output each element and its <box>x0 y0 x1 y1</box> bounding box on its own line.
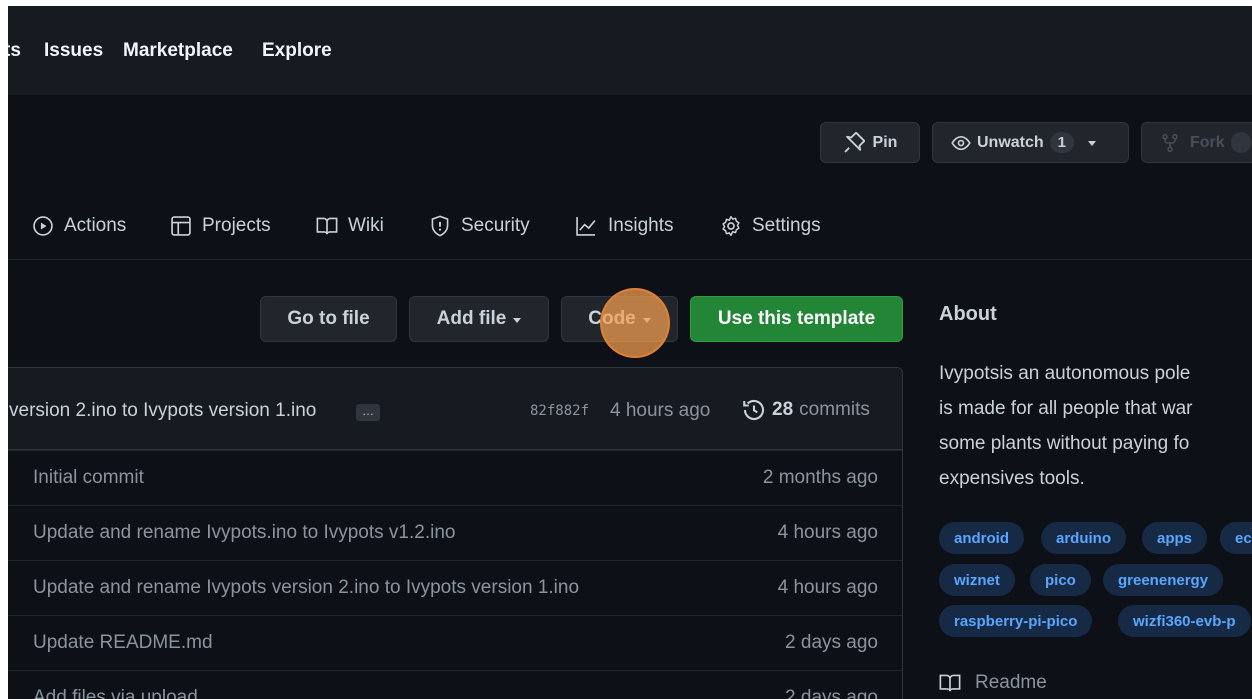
tab-actions-label: Actions <box>64 215 127 236</box>
topic-tag-wiznet[interactable]: wiznet <box>939 564 1015 596</box>
history-icon <box>743 399 764 420</box>
unwatch-label: Unwatch <box>977 133 1044 151</box>
tab-insights-label: Insights <box>608 215 674 236</box>
commits-label: commits <box>799 399 870 420</box>
topic-tag-pico[interactable]: pico <box>1030 564 1091 596</box>
topic-tag-wizfi360-evb-pico[interactable]: wizfi360-evb-p <box>1118 605 1251 637</box>
topic-tag-ec[interactable]: ec <box>1220 522 1252 554</box>
row-commit-message[interactable]: Add files via upload <box>33 687 198 699</box>
play-circle-icon <box>33 216 53 236</box>
tab-settings[interactable]: Settings <box>720 212 821 240</box>
github-repo-page: ts Issues Marketplace Explore Pin Unwatc… <box>8 6 1252 699</box>
nav-explore-link[interactable]: Explore <box>262 40 332 62</box>
pin-icon <box>843 131 865 153</box>
file-list-box: version 2.ino to Ivypots version 1.ino …… <box>8 367 903 699</box>
row-age: 4 hours ago <box>777 577 878 598</box>
fork-icon <box>1162 133 1178 152</box>
commit-ellipsis-button[interactable]: … <box>356 404 380 421</box>
tab-security-label: Security <box>461 215 530 236</box>
add-file-button[interactable]: Add file <box>409 296 549 342</box>
tab-wiki[interactable]: Wiki <box>316 212 384 240</box>
table-row[interactable]: Add files via upload 2 days ago <box>8 670 902 699</box>
book-icon <box>939 674 961 692</box>
go-to-file-button[interactable]: Go to file <box>260 296 397 342</box>
about-description-line: expensives tools. <box>939 468 1085 489</box>
row-commit-message[interactable]: Update and rename Ivypots.ino to Ivypots… <box>33 522 455 544</box>
commit-sha[interactable]: 82f882f <box>530 403 589 419</box>
topic-tag-greenenergy[interactable]: greenenergy <box>1103 564 1224 596</box>
use-template-button[interactable]: Use this template <box>690 296 903 342</box>
tab-actions[interactable]: Actions <box>32 212 126 240</box>
graph-icon <box>576 217 596 236</box>
table-row[interactable]: Initial commit 2 months ago <box>8 450 902 505</box>
table-row[interactable]: Update README.md 2 days ago <box>8 615 902 670</box>
about-description-line: is made for all people that war <box>939 398 1193 419</box>
add-file-label: Add file <box>436 308 507 329</box>
row-commit-message[interactable]: Initial commit <box>33 467 144 489</box>
row-age: 2 months ago <box>762 467 878 488</box>
about-heading: About <box>939 303 997 325</box>
tab-projects-label: Projects <box>202 215 271 236</box>
nav-pull-requests-link[interactable]: ts <box>8 40 21 62</box>
commit-count: 28 <box>772 399 794 420</box>
about-description-line: some plants without paying fo <box>939 433 1190 454</box>
pin-label: Pin <box>872 133 898 151</box>
go-to-file-label: Go to file <box>287 308 370 329</box>
latest-commit-bar: version 2.ino to Ivypots version 1.ino …… <box>8 368 902 450</box>
fork-button[interactable]: Fork <box>1141 122 1252 163</box>
row-age: 4 hours ago <box>777 522 878 543</box>
watch-count-badge: 1 <box>1049 132 1075 153</box>
gear-icon <box>722 215 740 237</box>
commit-time: 4 hours ago <box>610 400 711 421</box>
latest-commit-message[interactable]: version 2.ino to Ivypots version 1.ino <box>9 400 316 422</box>
row-commit-message[interactable]: Update README.md <box>33 632 213 654</box>
nav-issues-link[interactable]: Issues <box>44 40 103 62</box>
repo-tabs: Actions Projects Wiki Security Insights … <box>8 202 1252 260</box>
readme-label: Readme <box>975 672 1047 693</box>
nav-marketplace-link[interactable]: Marketplace <box>123 40 233 62</box>
readme-link[interactable]: Readme <box>939 672 1047 694</box>
table-icon <box>171 216 191 236</box>
row-commit-message[interactable]: Update and rename Ivypots version 2.ino … <box>33 577 579 599</box>
eye-icon <box>951 135 971 150</box>
top-navigation: ts Issues Marketplace Explore <box>8 6 1252 95</box>
chevron-down-icon <box>513 317 522 323</box>
tab-projects[interactable]: Projects <box>170 212 271 240</box>
book-icon <box>316 217 338 235</box>
tab-wiki-label: Wiki <box>348 215 384 236</box>
tab-settings-label: Settings <box>752 215 821 236</box>
shield-icon <box>431 215 449 237</box>
chevron-down-icon <box>1088 141 1097 146</box>
row-age: 2 days ago <box>785 687 878 699</box>
about-description-line: Ivypotsis an autonomous pole <box>939 363 1191 384</box>
topic-tag-android[interactable]: android <box>939 522 1024 554</box>
table-row[interactable]: Update and rename Ivypots version 2.ino … <box>8 560 902 615</box>
unwatch-button[interactable]: Unwatch 1 <box>932 122 1129 163</box>
topic-tag-arduino[interactable]: arduino <box>1041 522 1126 554</box>
fork-label: Fork <box>1190 133 1225 151</box>
click-indicator <box>600 288 670 358</box>
row-age: 2 days ago <box>785 632 878 653</box>
table-row[interactable]: Update and rename Ivypots.ino to Ivypots… <box>8 505 902 560</box>
use-template-label: Use this template <box>717 308 876 329</box>
fork-count-badge <box>1230 132 1251 153</box>
topic-tag-raspberry-pi-pico[interactable]: raspberry-pi-pico <box>939 605 1093 637</box>
pin-button[interactable]: Pin <box>820 122 920 163</box>
commits-link[interactable]: 28 commits <box>742 398 870 422</box>
topic-tag-apps[interactable]: apps <box>1142 522 1208 554</box>
tab-security[interactable]: Security <box>429 212 530 240</box>
tab-insights[interactable]: Insights <box>574 212 673 240</box>
